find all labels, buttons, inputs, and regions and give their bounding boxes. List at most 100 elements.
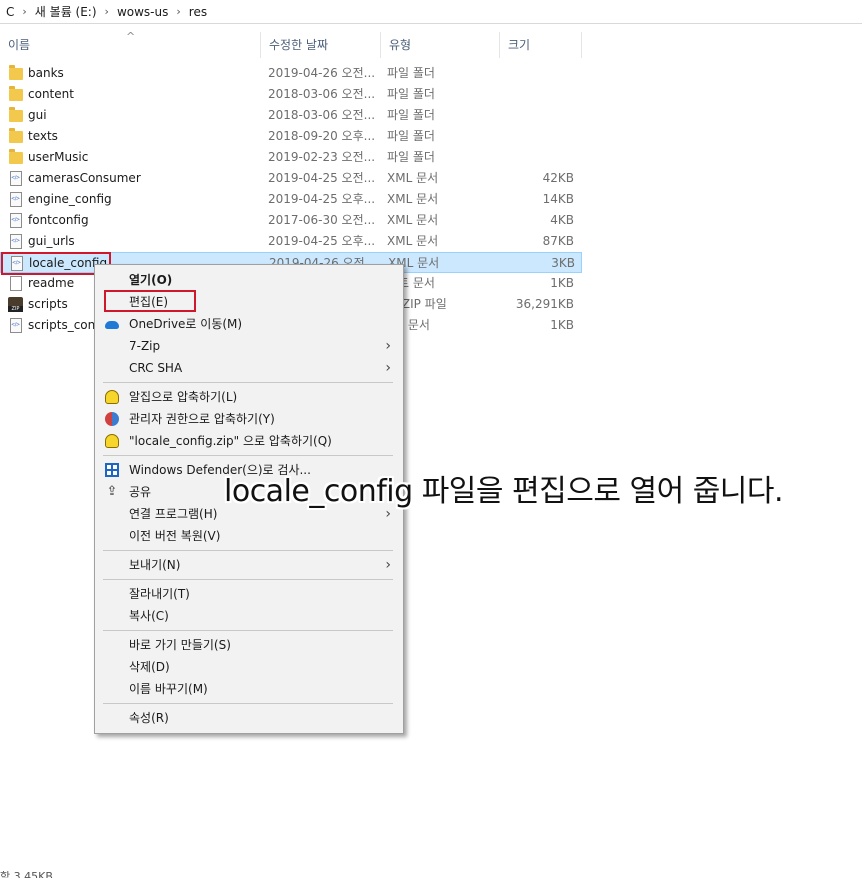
file-type: XML 문서: [387, 192, 439, 206]
file-name: camerasConsumer: [28, 171, 141, 185]
file-row[interactable]: gui 2018-03-06 오전... 파일 폴더: [0, 105, 582, 126]
menu-item-label: 연결 프로그램(H): [129, 507, 218, 521]
file-name: gui_urls: [28, 234, 75, 248]
xml-file-icon: [10, 213, 22, 228]
file-row[interactable]: userMusic 2019-02-23 오전... 파일 폴더: [0, 147, 582, 168]
menu-item-label: 속성(R): [129, 711, 169, 725]
column-header-type[interactable]: 유형: [381, 32, 500, 58]
menu-item[interactable]: OneDrive로 이동(M): [95, 313, 403, 335]
folder-icon: [9, 86, 23, 101]
menu-item[interactable]: 복사(C): [95, 605, 403, 627]
menu-item[interactable]: CRC SHA ›: [95, 357, 403, 379]
menu-item-label: "locale_config.zip" 으로 압축하기(Q): [129, 434, 332, 448]
column-header-date[interactable]: 수정한 날짜: [261, 32, 381, 58]
menu-item-label: 잘라내기(T): [129, 587, 190, 601]
breadcrumb-wows-us[interactable]: wows-us: [113, 5, 172, 19]
menu-item[interactable]: 속성(R): [95, 707, 403, 729]
folder-icon: [9, 128, 23, 143]
breadcrumb-chevron-icon: ›: [22, 5, 27, 18]
breadcrumb-res[interactable]: res: [185, 5, 211, 19]
menu-item-label: 바로 가기 만들기(S): [129, 638, 231, 652]
alzip-icon: [105, 390, 119, 404]
folder-icon: [9, 65, 23, 80]
submenu-arrow-icon: ›: [385, 338, 391, 354]
menu-item[interactable]: 바로 가기 만들기(S): [95, 634, 403, 656]
status-bar-text: 함 3.45KB: [0, 870, 53, 878]
menu-item[interactable]: 잘라내기(T): [95, 583, 403, 605]
file-size: [500, 126, 574, 147]
menu-item[interactable]: 7-Zip ›: [95, 335, 403, 357]
file-date: 2019-04-25 오후...: [268, 192, 376, 206]
column-header-size[interactable]: 크기: [500, 32, 582, 58]
file-name: content: [28, 87, 74, 101]
file-row[interactable]: content 2018-03-06 오전... 파일 폴더: [0, 84, 582, 105]
menu-item[interactable]: "locale_config.zip" 으로 압축하기(Q): [95, 430, 403, 452]
file-size: [500, 63, 574, 84]
file-row[interactable]: engine_config 2019-04-25 오후... XML 문서 14KB: [0, 189, 582, 210]
file-name: userMusic: [28, 150, 89, 164]
menu-separator: [103, 579, 393, 580]
file-type: XML 문서: [388, 256, 440, 270]
menu-item[interactable]: 관리자 권한으로 압축하기(Y): [95, 408, 403, 430]
windows-defender-icon: [105, 463, 119, 477]
file-type: XML 문서: [387, 234, 439, 248]
file-date: 2019-04-25 오전...: [268, 171, 376, 185]
menu-item[interactable]: 삭제(D): [95, 656, 403, 678]
breadcrumb-chevron-icon: ›: [176, 5, 181, 18]
file-date: 2019-04-25 오후...: [268, 234, 376, 248]
breadcrumb-pc[interactable]: C: [2, 5, 18, 19]
file-row[interactable]: gui_urls 2019-04-25 오후... XML 문서 87KB: [0, 231, 582, 252]
file-name: texts: [28, 129, 58, 143]
file-size: [500, 84, 574, 105]
folder-icon: [9, 107, 23, 122]
menu-item[interactable]: 이전 버전 복원(V): [95, 525, 403, 547]
breadcrumb-volume[interactable]: 새 볼륨 (E:): [31, 3, 101, 20]
address-bar[interactable]: C › 새 볼륨 (E:) › wows-us › res: [0, 0, 862, 24]
file-date: 2018-03-06 오전...: [268, 87, 376, 101]
xml-file-icon: [10, 192, 22, 207]
file-type: 파일 폴더: [387, 87, 435, 101]
breadcrumb-chevron-icon: ›: [104, 5, 109, 18]
file-type: 파일 폴더: [387, 66, 435, 80]
file-name: banks: [28, 66, 64, 80]
menu-item[interactable]: 보내기(N) ›: [95, 554, 403, 576]
file-date: 2017-06-30 오전...: [268, 213, 376, 227]
onedrive-cloud-icon: [105, 321, 119, 329]
menu-item-label: 이름 바꾸기(M): [129, 682, 208, 696]
menu-item[interactable]: 알집으로 압축하기(L): [95, 386, 403, 408]
highlight-box-edit-item: [104, 290, 196, 312]
column-header-row: ^ 이름 수정한 날짜 유형 크기: [0, 30, 582, 58]
file-type: 파일 폴더: [387, 108, 435, 122]
file-row[interactable]: texts 2018-09-20 오후... 파일 폴더: [0, 126, 582, 147]
file-size: 1KB: [550, 276, 574, 290]
folder-icon: [9, 149, 23, 164]
menu-separator: [103, 550, 393, 551]
submenu-arrow-icon: ›: [385, 360, 391, 376]
file-date: 2018-09-20 오후...: [268, 129, 376, 143]
menu-item[interactable]: 이름 바꾸기(M): [95, 678, 403, 700]
menu-item-label: 공유: [129, 485, 152, 499]
xml-file-icon: [10, 234, 22, 249]
file-row[interactable]: fontconfig 2017-06-30 오전... XML 문서 4KB: [0, 210, 582, 231]
file-name: gui: [28, 108, 47, 122]
file-row[interactable]: camerasConsumer 2019-04-25 오전... XML 문서 42K…: [0, 168, 582, 189]
file-row[interactable]: banks 2019-04-26 오전... 파일 폴더: [0, 63, 582, 84]
text-file-icon: [10, 276, 22, 291]
menu-item-label: 이전 버전 복원(V): [129, 529, 221, 543]
file-date: 2019-04-26 오전...: [268, 66, 376, 80]
menu-item-label: 삭제(D): [129, 660, 170, 674]
menu-item-label: OneDrive로 이동(M): [129, 317, 243, 331]
file-name: fontconfig: [28, 213, 89, 227]
menu-separator: [103, 703, 393, 704]
menu-item[interactable]: 열기(O): [95, 269, 403, 291]
file-size: 14KB: [542, 192, 574, 206]
xml-file-icon: [10, 171, 22, 186]
menu-item-label: 복사(C): [129, 609, 169, 623]
file-type: 파일 폴더: [387, 129, 435, 143]
file-date: 2019-02-23 오전...: [268, 150, 376, 164]
file-size: 4KB: [550, 213, 574, 227]
file-size: 42KB: [542, 171, 574, 185]
menu-item-label: 알집으로 압축하기(L): [129, 390, 238, 404]
column-header-name[interactable]: 이름: [0, 32, 261, 58]
file-size: 87KB: [542, 234, 574, 248]
